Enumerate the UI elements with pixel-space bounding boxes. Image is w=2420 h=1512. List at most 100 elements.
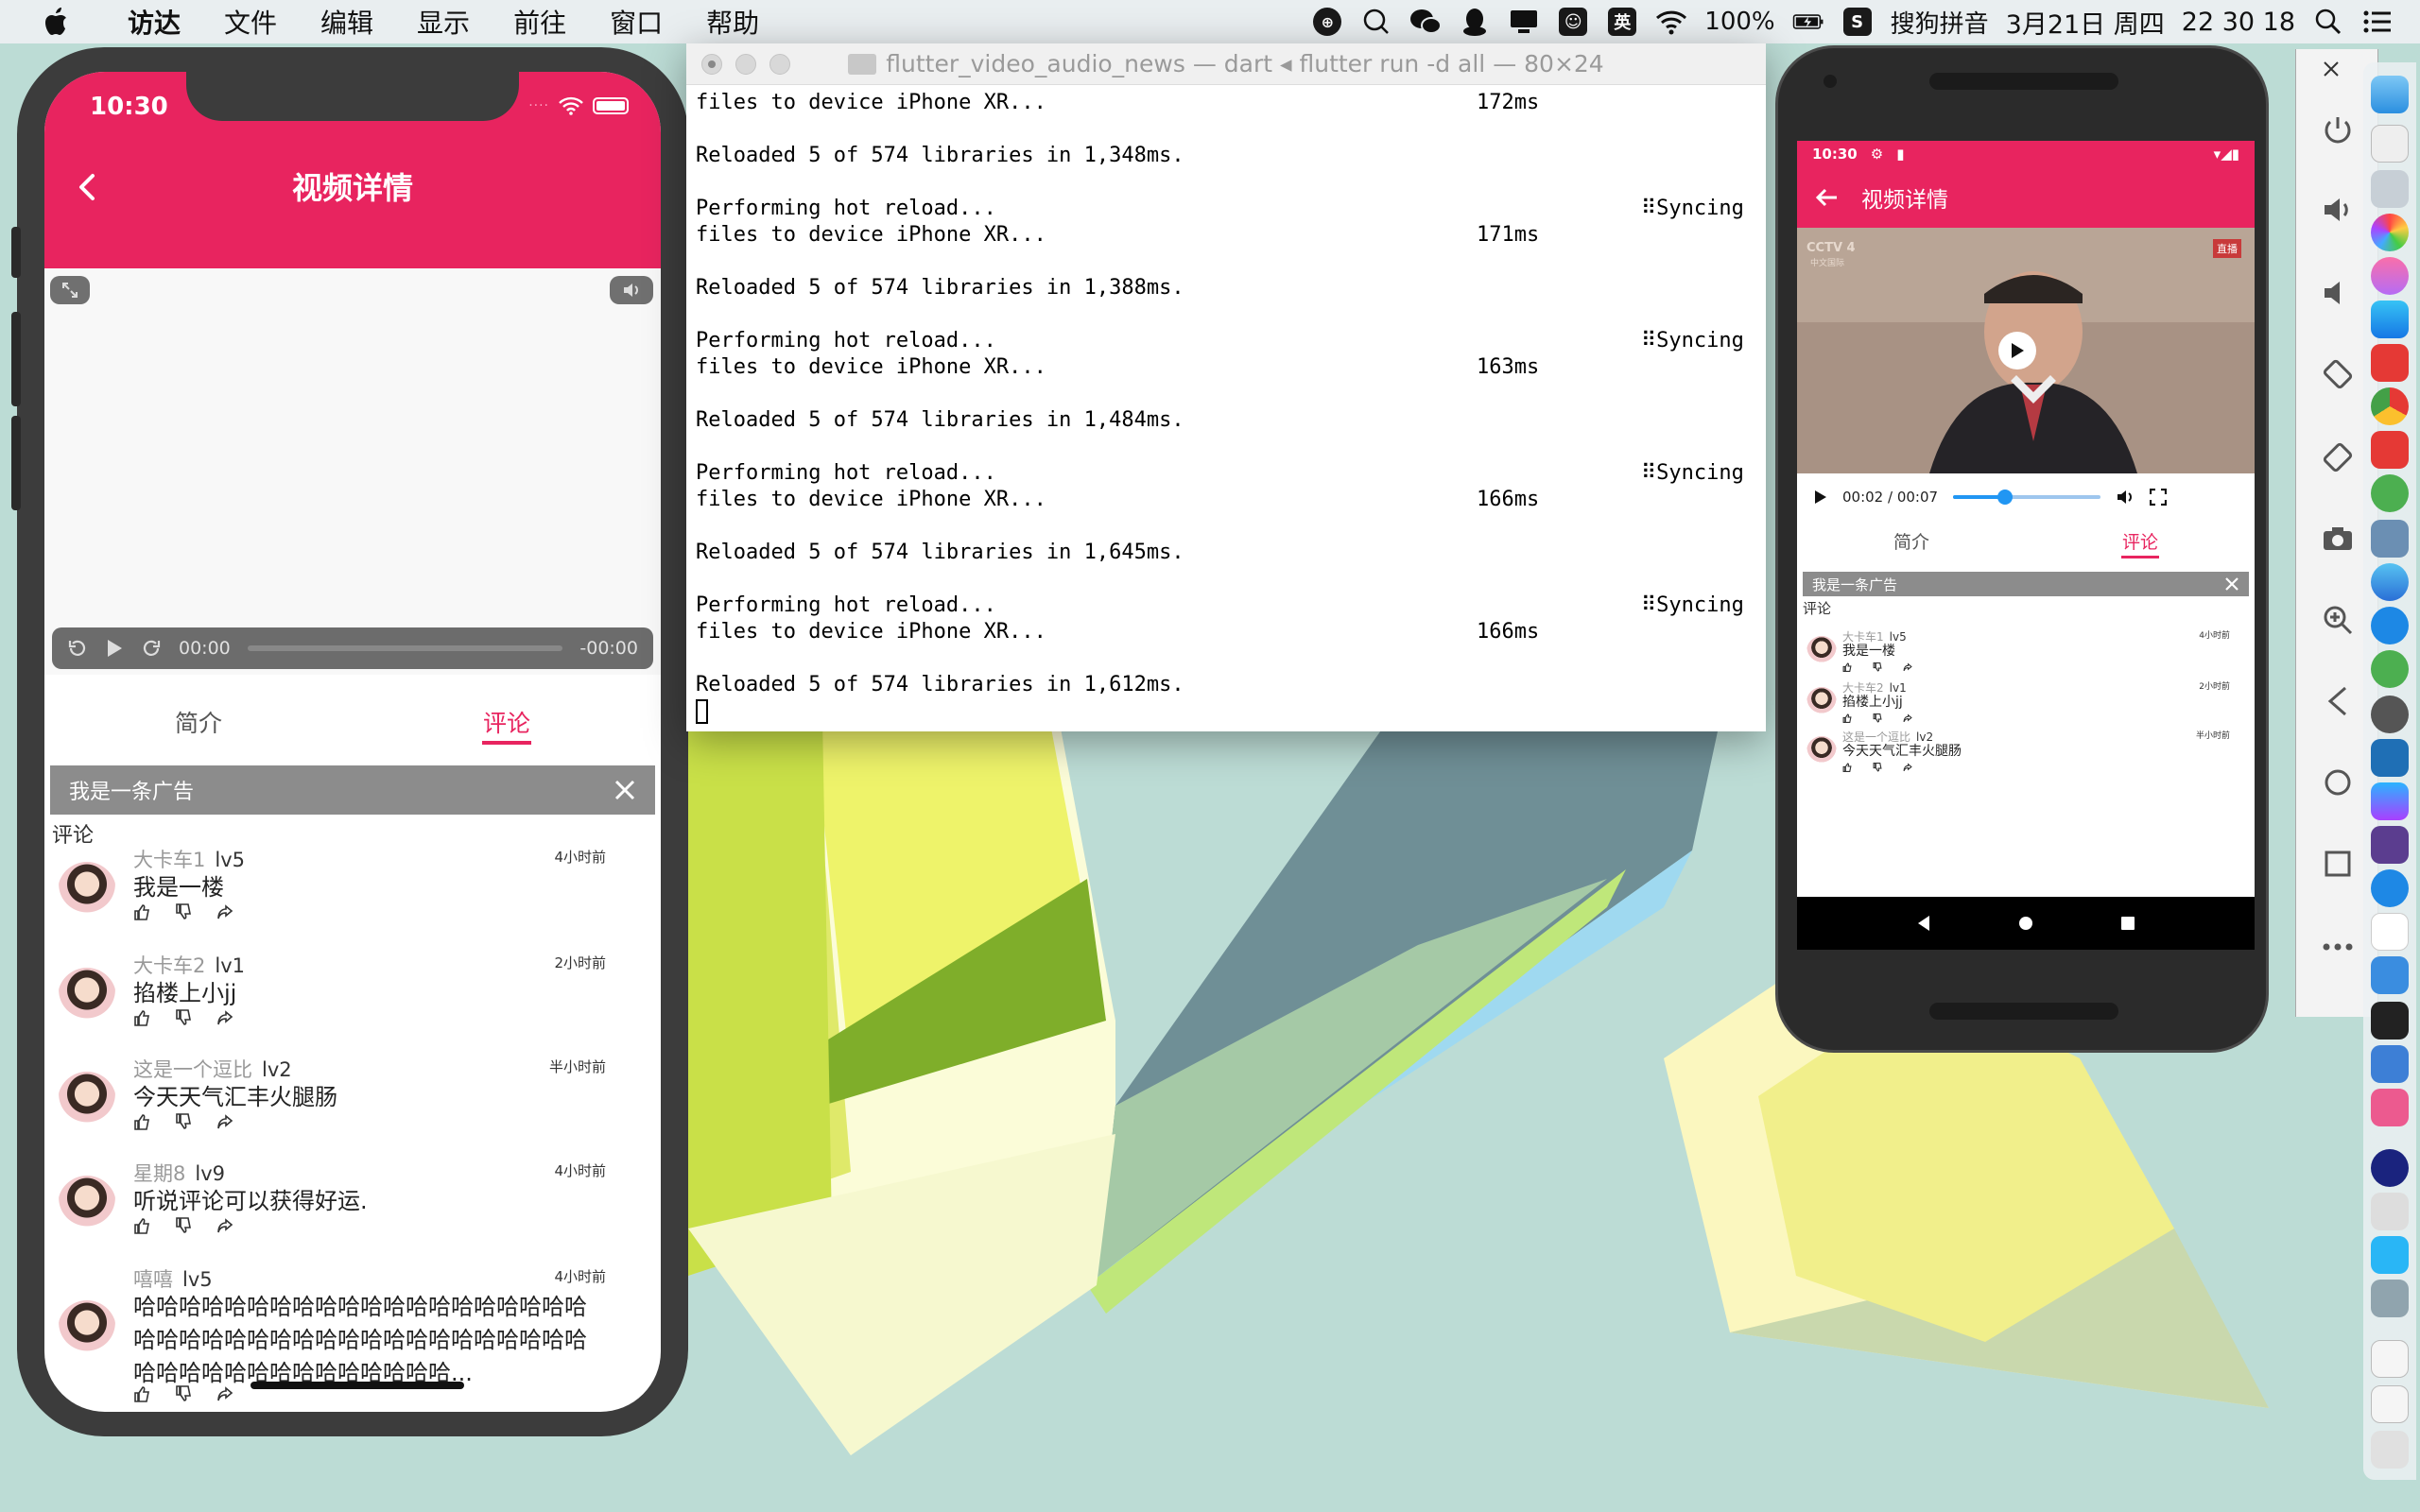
photos-icon[interactable]: [2371, 214, 2409, 251]
maps-pin-icon[interactable]: [2371, 869, 2409, 907]
android-studio-icon[interactable]: [2371, 650, 2409, 688]
share-icon[interactable]: [216, 1217, 233, 1234]
fullscreen-toggle-icon[interactable]: [50, 276, 90, 304]
ime-name[interactable]: 搜狗拼音: [1891, 5, 1989, 40]
document-icon[interactable]: [2371, 1385, 2409, 1423]
avatar[interactable]: [1806, 636, 1837, 666]
seek-slider[interactable]: [1953, 490, 2101, 505]
nav-home-icon[interactable]: [2016, 914, 2035, 933]
comment-item[interactable]: 大卡车1 lv5 4小时前 我是一楼: [1797, 628, 2255, 678]
nav-back-icon[interactable]: [1914, 914, 1933, 933]
sogou-icon[interactable]: S: [1841, 6, 1874, 38]
comment-item[interactable]: 星期8 lv9 4小时前 听说评论可以获得好运.: [44, 1159, 661, 1263]
play-icon[interactable]: [1814, 490, 1827, 505]
display-icon[interactable]: [1508, 6, 1540, 38]
avatar[interactable]: [58, 1176, 116, 1234]
tab-intro[interactable]: 简介: [44, 697, 353, 758]
phone-icon[interactable]: [2371, 1193, 2409, 1230]
share-icon[interactable]: [216, 1009, 233, 1026]
rewind-icon[interactable]: [67, 638, 88, 659]
battery-charging-icon[interactable]: [1792, 6, 1824, 38]
dislike-icon[interactable]: [175, 1385, 192, 1402]
app-store-icon[interactable]: [2371, 301, 2409, 338]
dislike-icon[interactable]: [175, 903, 192, 920]
trash-icon[interactable]: [2371, 1431, 2409, 1469]
share-icon[interactable]: [216, 1113, 233, 1130]
gif-icon[interactable]: [2371, 1236, 2409, 1274]
tray-face-icon[interactable]: ☺: [1557, 6, 1589, 38]
comment-item[interactable]: 这是一个逗比 lv2 半小时前 今天天气汇丰火腿肠: [44, 1055, 661, 1159]
comment-item[interactable]: 大卡车2 lv1 2小时前 掐楼上小jj: [1797, 679, 2255, 729]
comment-item[interactable]: 大卡车1 lv5 4小时前 我是一楼: [44, 845, 661, 949]
share-icon[interactable]: [216, 903, 233, 920]
avatar[interactable]: [58, 1072, 116, 1130]
tab-intro[interactable]: 简介: [1797, 523, 2026, 566]
volume-up-icon[interactable]: [2321, 193, 2355, 227]
close-icon[interactable]: [2323, 60, 2340, 77]
github-icon[interactable]: [2371, 826, 2409, 864]
play-button[interactable]: [1998, 332, 2036, 369]
like-icon[interactable]: [133, 1385, 150, 1402]
dislike-icon[interactable]: [1873, 662, 1882, 672]
play-icon[interactable]: [105, 638, 124, 659]
tab-comments[interactable]: 评论: [2026, 523, 2255, 566]
home-icon[interactable]: [2321, 765, 2355, 799]
menubar-date[interactable]: 3月21日 周四: [2006, 4, 2165, 41]
rotate-right-icon[interactable]: [2321, 440, 2355, 474]
android-video[interactable]: CCTV 4 中文国际 直播: [1797, 228, 2255, 473]
overview-icon[interactable]: [2321, 847, 2355, 881]
more-icon[interactable]: [2321, 937, 2355, 956]
music-icon[interactable]: [2371, 257, 2409, 295]
avatar[interactable]: [58, 1300, 116, 1359]
comment-item[interactable]: 大卡车2 lv1 2小时前 掐楼上小jj: [44, 951, 661, 1055]
home-indicator[interactable]: [251, 1382, 464, 1389]
qq-icon[interactable]: [1459, 6, 1491, 38]
volume-icon[interactable]: [2116, 489, 2135, 506]
terminal-titlebar[interactable]: flutter_video_audio_news — dart ◂ flutte…: [686, 43, 1766, 85]
ad-banner[interactable]: 我是一条广告: [50, 765, 655, 815]
comment-item[interactable]: 这是一个逗比 lv2 半小时前 今天天气汇丰火腿肠: [1797, 729, 2255, 778]
menu-edit[interactable]: 编辑: [320, 3, 373, 41]
dislike-icon[interactable]: [1873, 763, 1882, 772]
screen-icon[interactable]: [2371, 1089, 2409, 1126]
like-icon[interactable]: [1842, 662, 1852, 672]
comment-author[interactable]: 大卡车2 lv1: [133, 951, 245, 979]
apple-logo-icon[interactable]: [36, 6, 79, 38]
menu-help[interactable]: 帮助: [706, 3, 759, 41]
rotate-left-icon[interactable]: [2321, 357, 2355, 391]
launchpad-icon[interactable]: [2371, 170, 2409, 208]
text-editor-icon[interactable]: [2371, 125, 2409, 163]
dislike-icon[interactable]: [1873, 713, 1882, 723]
like-icon[interactable]: [133, 1113, 150, 1130]
avatar[interactable]: [1806, 687, 1837, 717]
forward-icon[interactable]: [141, 638, 162, 659]
dislike-icon[interactable]: [175, 1113, 192, 1130]
youdao-icon[interactable]: [2371, 431, 2409, 469]
close-icon[interactable]: [614, 779, 636, 801]
xcode-icon[interactable]: [2371, 956, 2409, 994]
power-icon[interactable]: [2321, 113, 2355, 147]
comment-author[interactable]: 这是一个逗比 lv2: [133, 1055, 292, 1083]
comment-item[interactable]: 嘻嘻 lv5 4小时前 哈哈哈哈哈哈哈哈哈哈哈哈哈哈哈哈哈哈哈哈哈哈哈哈哈哈哈哈哈哈哈…: [44, 1264, 661, 1402]
progress-bar[interactable]: [247, 645, 563, 651]
spotlight-search-icon[interactable]: [2312, 6, 2344, 38]
nav-recents-icon[interactable]: [2118, 914, 2137, 933]
tray-app-icon[interactable]: ⊕: [1311, 6, 1343, 38]
tab-comments[interactable]: 评论: [353, 697, 661, 758]
simulator-icon[interactable]: [2371, 1045, 2409, 1083]
zoom-icon[interactable]: [2321, 603, 2355, 637]
wifi-icon[interactable]: [1655, 6, 1687, 38]
fullscreen-icon[interactable]: [2150, 489, 2168, 506]
share-icon[interactable]: [1903, 713, 1912, 723]
seek-slider-knob[interactable]: [1996, 490, 2013, 505]
terminal-prompt[interactable]: [696, 699, 1756, 726]
menu-view[interactable]: 显示: [417, 3, 470, 41]
menu-app-finder[interactable]: 访达: [128, 3, 181, 41]
menu-file[interactable]: 文件: [224, 3, 277, 41]
like-icon[interactable]: [1842, 763, 1852, 772]
back-arrow-icon[interactable]: [1814, 184, 1841, 211]
tray-chat-icon[interactable]: [1360, 6, 1392, 38]
ad-banner[interactable]: 我是一条广告: [1803, 572, 2249, 596]
notification-center-icon[interactable]: [2361, 6, 2394, 38]
vscode-icon[interactable]: [2371, 739, 2409, 777]
